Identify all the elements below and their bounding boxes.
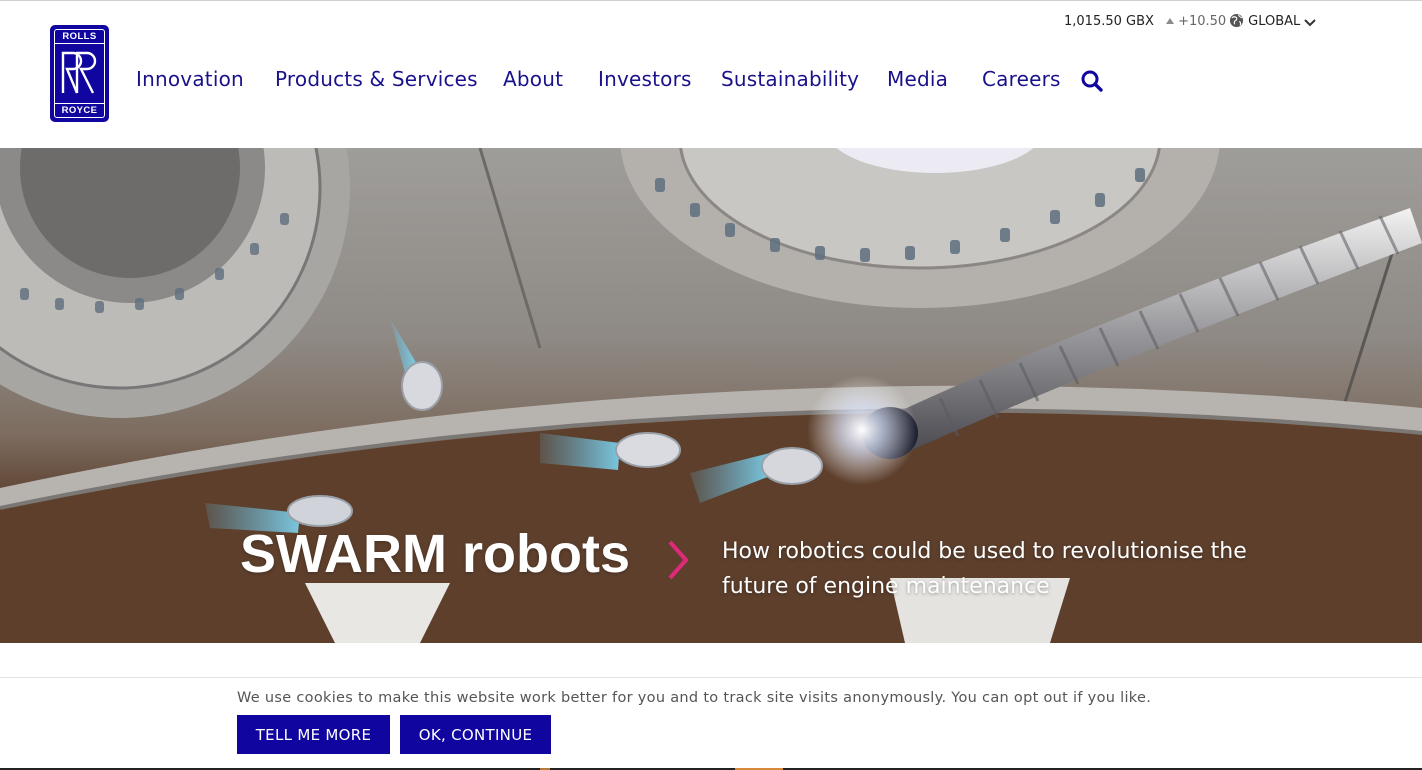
tell-me-more-button[interactable]: TELL ME MORE	[237, 715, 390, 754]
search-icon[interactable]	[1080, 69, 1104, 93]
rr-monogram-icon	[61, 51, 97, 94]
hero-subtitle[interactable]: How robotics could be used to revolution…	[722, 534, 1282, 604]
cookie-message: We use cookies to make this website work…	[237, 690, 1152, 706]
hero-title[interactable]: SWARM robots	[240, 523, 630, 585]
nav-item-about[interactable]: About	[503, 67, 563, 91]
chevron-down-icon	[1304, 19, 1317, 27]
logo-word-royce: ROYCE	[61, 105, 98, 116]
logo-word-rolls: ROLLS	[62, 31, 97, 42]
nav-item-sustainability[interactable]: Sustainability	[721, 67, 859, 91]
ok-continue-button[interactable]: OK, CONTINUE	[400, 715, 551, 754]
stock-price: 1,015.50 GBX	[1064, 14, 1154, 29]
globe-icon	[1229, 13, 1244, 28]
cookie-banner: We use cookies to make this website work…	[0, 677, 1422, 769]
stock-ticker: 1,015.50 GBX +10.50	[1064, 14, 1226, 29]
chevron-right-icon[interactable]	[664, 538, 692, 582]
hero-banner[interactable]: SWARM robots How robotics could be used …	[0, 148, 1422, 643]
nav-item-media[interactable]: Media	[887, 67, 948, 91]
nav-item-investors[interactable]: Investors	[598, 67, 692, 91]
site-header: ROLLS ROYCE 1,015.50 GBX +10.50 GLOBAL I…	[0, 1, 1422, 148]
stock-change: +10.50	[1166, 14, 1226, 29]
nav-item-careers[interactable]: Careers	[982, 67, 1061, 91]
nav-item-products-services[interactable]: Products & Services	[275, 67, 478, 91]
region-selector[interactable]: GLOBAL	[1229, 13, 1317, 29]
triangle-up-icon	[1166, 18, 1175, 24]
nav-item-innovation[interactable]: Innovation	[136, 67, 244, 91]
region-label: GLOBAL	[1248, 14, 1301, 29]
rolls-royce-logo[interactable]: ROLLS ROYCE	[50, 25, 109, 122]
